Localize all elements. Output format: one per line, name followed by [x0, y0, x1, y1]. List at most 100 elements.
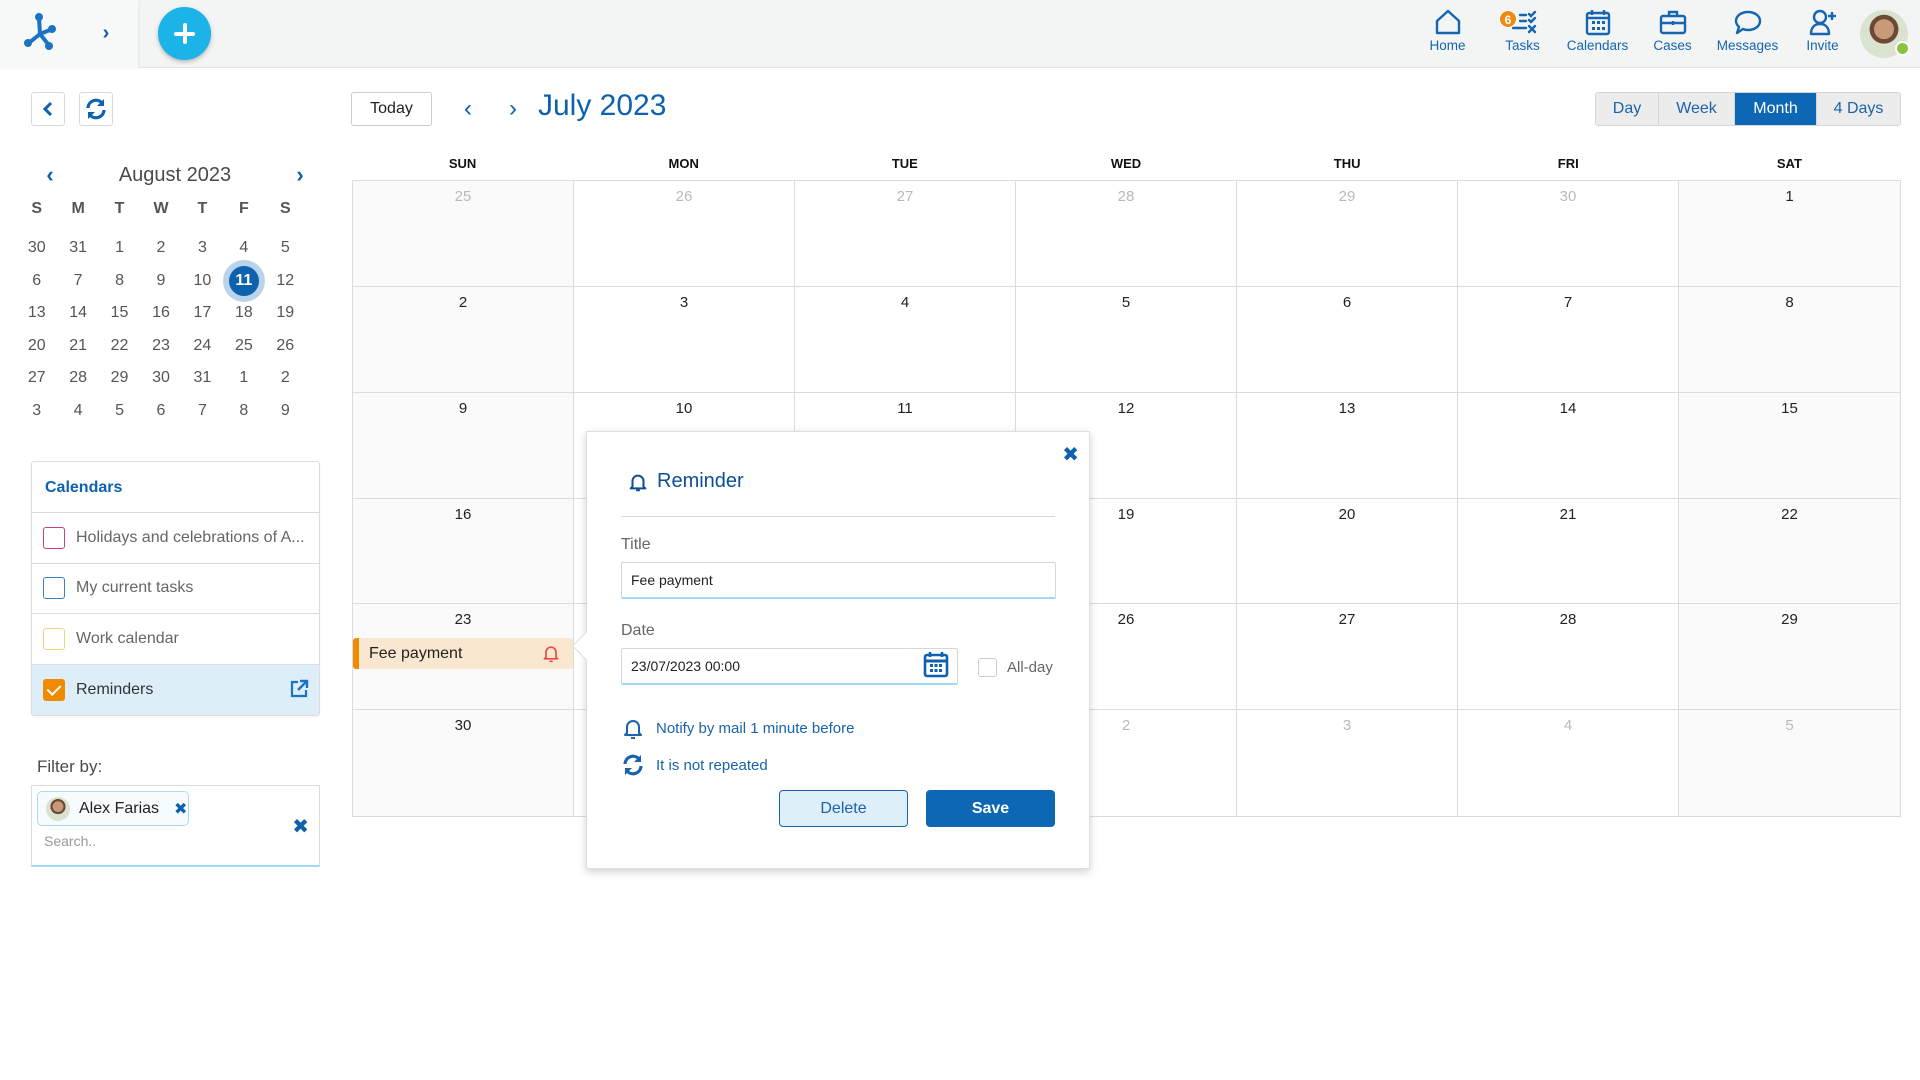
- mini-day[interactable]: 8: [223, 395, 264, 428]
- mini-day[interactable]: 4: [223, 232, 264, 265]
- view-week-button[interactable]: Week: [1659, 93, 1735, 125]
- delete-button[interactable]: Delete: [779, 790, 908, 827]
- day-cell[interactable]: 1: [1679, 181, 1900, 287]
- mini-day[interactable]: 2: [140, 232, 181, 265]
- day-cell[interactable]: 29: [1679, 604, 1900, 711]
- mini-day[interactable]: 11: [223, 265, 264, 298]
- mini-day[interactable]: 7: [57, 265, 98, 298]
- day-cell[interactable]: 13: [1237, 392, 1458, 499]
- day-cell[interactable]: 7: [1458, 286, 1679, 393]
- day-cell[interactable]: 27: [795, 181, 1016, 287]
- mini-day[interactable]: 12: [265, 265, 306, 298]
- day-cell[interactable]: 23 Fee payment: [353, 604, 574, 711]
- mini-prev-month-button[interactable]: ‹: [40, 162, 60, 188]
- calendar-checkbox[interactable]: [43, 678, 65, 701]
- create-new-button[interactable]: [158, 7, 211, 60]
- mini-day[interactable]: 5: [265, 232, 306, 265]
- mini-day[interactable]: 23: [140, 330, 181, 363]
- mini-day[interactable]: 22: [99, 330, 140, 363]
- day-cell[interactable]: 16: [353, 498, 574, 605]
- calendar-checkbox[interactable]: [43, 526, 65, 549]
- nav-invite[interactable]: Invite: [1785, 8, 1860, 60]
- day-cell[interactable]: 15: [1679, 392, 1900, 499]
- day-cell[interactable]: 4: [1458, 710, 1679, 816]
- allday-checkbox[interactable]: [978, 658, 997, 677]
- mini-day[interactable]: 24: [182, 330, 223, 363]
- day-cell[interactable]: 9: [353, 392, 574, 499]
- user-avatar[interactable]: [1860, 10, 1910, 58]
- day-cell[interactable]: 22: [1679, 498, 1900, 605]
- day-cell[interactable]: 3: [574, 286, 795, 393]
- expand-menu-button[interactable]: ›: [96, 22, 116, 44]
- view-month-button[interactable]: Month: [1735, 93, 1817, 125]
- calendar-item[interactable]: Work calendar: [32, 614, 319, 665]
- mini-day[interactable]: 16: [140, 297, 181, 330]
- mini-day[interactable]: 9: [140, 265, 181, 298]
- mini-day[interactable]: 5: [99, 395, 140, 428]
- close-icon[interactable]: ✖: [1062, 442, 1079, 467]
- day-cell[interactable]: 26: [574, 181, 795, 287]
- calendar-item[interactable]: Reminders: [32, 664, 319, 715]
- nav-cases[interactable]: Cases: [1635, 8, 1710, 60]
- next-month-button[interactable]: ›: [501, 95, 525, 123]
- day-cell[interactable]: 28: [1016, 181, 1237, 287]
- day-cell[interactable]: 29: [1237, 181, 1458, 287]
- event-item[interactable]: Fee payment: [353, 638, 573, 670]
- calendar-item[interactable]: Holidays and celebrations of A...: [32, 513, 319, 564]
- day-cell[interactable]: 5: [1679, 710, 1900, 816]
- mini-day[interactable]: 2: [265, 362, 306, 395]
- view-day-button[interactable]: Day: [1596, 93, 1659, 125]
- mini-day[interactable]: 19: [265, 297, 306, 330]
- day-cell[interactable]: 3: [1237, 710, 1458, 816]
- mini-day[interactable]: 31: [57, 232, 98, 265]
- date-picker-icon[interactable]: [923, 650, 949, 678]
- mini-day[interactable]: 15: [99, 297, 140, 330]
- nav-messages[interactable]: Messages: [1710, 8, 1785, 60]
- day-cell[interactable]: 20: [1237, 498, 1458, 605]
- save-button[interactable]: Save: [926, 790, 1055, 827]
- day-cell[interactable]: 8: [1679, 286, 1900, 393]
- mini-day[interactable]: 30: [16, 232, 57, 265]
- mini-day[interactable]: 21: [57, 330, 98, 363]
- day-cell[interactable]: 5: [1016, 286, 1237, 393]
- calendar-item[interactable]: My current tasks: [32, 564, 319, 614]
- day-cell[interactable]: 30: [1458, 181, 1679, 287]
- day-cell[interactable]: 6: [1237, 286, 1458, 393]
- mini-day[interactable]: 3: [182, 232, 223, 265]
- mini-day[interactable]: 14: [57, 297, 98, 330]
- app-logo-icon[interactable]: [18, 12, 62, 52]
- mini-next-month-button[interactable]: ›: [290, 162, 310, 188]
- mini-day[interactable]: 26: [265, 330, 306, 363]
- mini-day[interactable]: 18: [223, 297, 264, 330]
- mini-day[interactable]: 13: [16, 297, 57, 330]
- mini-day[interactable]: 30: [140, 362, 181, 395]
- mini-day[interactable]: 3: [16, 395, 57, 428]
- day-cell[interactable]: 30: [353, 710, 574, 816]
- day-cell[interactable]: 4: [795, 286, 1016, 393]
- day-cell[interactable]: 27: [1237, 604, 1458, 711]
- mini-day[interactable]: 10: [182, 265, 223, 298]
- mini-day[interactable]: 9: [265, 395, 306, 428]
- mini-day[interactable]: 20: [16, 330, 57, 363]
- clear-filter-icon[interactable]: ✖: [292, 814, 309, 839]
- notify-option[interactable]: Notify by mail 1 minute before: [621, 716, 854, 740]
- mini-day[interactable]: 6: [140, 395, 181, 428]
- mini-day[interactable]: 17: [182, 297, 223, 330]
- nav-tasks[interactable]: 6 Tasks: [1485, 8, 1560, 60]
- mini-day[interactable]: 8: [99, 265, 140, 298]
- mini-day[interactable]: 29: [99, 362, 140, 395]
- view-4days-button[interactable]: 4 Days: [1817, 93, 1900, 125]
- prev-month-button[interactable]: ‹: [456, 95, 480, 123]
- date-input[interactable]: [621, 648, 958, 685]
- today-button[interactable]: Today: [351, 92, 432, 126]
- refresh-button[interactable]: [79, 92, 113, 126]
- nav-home[interactable]: Home: [1410, 8, 1485, 60]
- mini-day[interactable]: 25: [223, 330, 264, 363]
- filter-search-input[interactable]: [44, 833, 244, 849]
- day-cell[interactable]: 14: [1458, 392, 1679, 499]
- mini-day[interactable]: 28: [57, 362, 98, 395]
- calendar-checkbox[interactable]: [43, 627, 65, 650]
- external-link-icon[interactable]: [289, 679, 309, 699]
- mini-day[interactable]: 1: [223, 362, 264, 395]
- repeat-option[interactable]: It is not repeated: [621, 753, 768, 777]
